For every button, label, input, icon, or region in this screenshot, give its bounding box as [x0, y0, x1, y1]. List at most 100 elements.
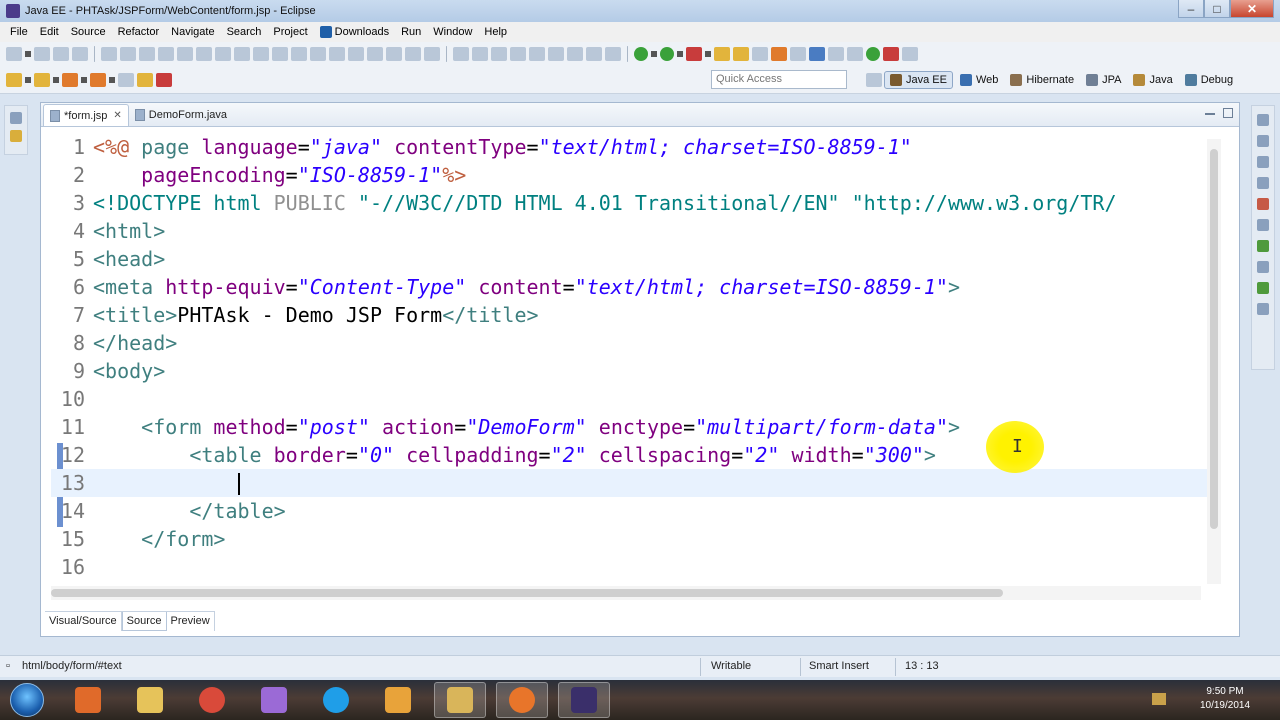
list-icon[interactable] [386, 47, 402, 61]
minimize-editor-icon[interactable] [1205, 113, 1215, 116]
quick-access-input[interactable]: Quick Access [711, 70, 847, 89]
drop-frame-icon[interactable] [586, 47, 602, 61]
perspective-java[interactable]: Java [1128, 72, 1177, 88]
next-annotation-icon[interactable] [828, 47, 844, 61]
menu-help[interactable]: Help [478, 26, 513, 38]
pause-icon[interactable] [510, 47, 526, 61]
stop-server-icon[interactable] [883, 47, 899, 61]
perspective-debug[interactable]: Debug [1180, 72, 1238, 88]
taskbar-eclipse[interactable] [558, 682, 610, 718]
menu-source[interactable]: Source [65, 26, 112, 38]
menu-refactor[interactable]: Refactor [112, 26, 166, 38]
indent-icon[interactable] [234, 47, 250, 61]
perspective-java-ee[interactable]: Java EE [884, 71, 953, 89]
save-all-icon[interactable] [53, 47, 69, 61]
properties-icon[interactable] [1257, 219, 1269, 231]
forward-nav-icon[interactable] [90, 72, 106, 87]
globe-icon[interactable] [809, 47, 825, 61]
servers-icon[interactable] [1257, 240, 1269, 252]
new-dropdown-icon[interactable] [25, 51, 31, 57]
taskbar-folder[interactable] [124, 682, 176, 718]
stop-icon[interactable] [491, 47, 507, 61]
horizontal-scroll-thumb[interactable] [51, 589, 1003, 597]
wrap-icon[interactable] [272, 47, 288, 61]
taskbar-chrome[interactable] [186, 682, 238, 718]
markers-icon[interactable] [1257, 198, 1269, 210]
menu-search[interactable]: Search [221, 26, 268, 38]
menu-downloads[interactable]: Downloads [314, 26, 395, 38]
maximize-button[interactable]: □ [1204, 0, 1230, 18]
debug-dropdown-icon[interactable] [651, 51, 657, 57]
tab-form-jsp[interactable]: *form.jsp ✕ [43, 104, 129, 126]
close-button[interactable]: ✕ [1230, 0, 1274, 18]
open-type-icon[interactable] [733, 47, 749, 61]
format-icon[interactable] [196, 47, 212, 61]
pin-icon[interactable] [118, 72, 134, 87]
step-icon[interactable] [529, 47, 545, 61]
play-icon[interactable] [866, 47, 880, 61]
back-icon[interactable] [453, 47, 469, 61]
code-editor[interactable]: 1 <%@ page language="java" contentType="t… [51, 129, 1216, 589]
redo-icon[interactable] [177, 47, 193, 61]
vertical-scroll-thumb[interactable] [1210, 149, 1218, 529]
vertical-scrollbar[interactable] [1207, 139, 1221, 584]
undo-icon[interactable] [158, 47, 174, 61]
comment-icon[interactable] [215, 47, 231, 61]
disconnect-icon[interactable] [902, 47, 918, 61]
search-icon[interactable] [771, 47, 787, 61]
previous-annotation-icon[interactable] [847, 47, 863, 61]
menu-run[interactable]: Run [395, 26, 427, 38]
next-edit-icon[interactable] [34, 72, 50, 87]
image-icon[interactable] [310, 47, 326, 61]
step-over-icon[interactable] [548, 47, 564, 61]
use-step-filters-icon[interactable] [605, 47, 621, 61]
cut-icon[interactable] [101, 47, 117, 61]
paste-icon[interactable] [139, 47, 155, 61]
start-button[interactable] [10, 683, 44, 717]
external-tools-icon[interactable] [686, 47, 702, 61]
bulb-icon[interactable] [6, 72, 22, 87]
print-icon[interactable] [72, 47, 88, 61]
snippet-icon[interactable] [156, 72, 172, 87]
open-perspective-icon[interactable] [790, 47, 806, 61]
anchor-icon[interactable] [348, 47, 364, 61]
snippets-icon[interactable] [1257, 282, 1269, 294]
bulb-dropdown-icon[interactable] [25, 76, 31, 83]
menu-edit[interactable]: Edit [34, 26, 65, 38]
outline-icon[interactable] [1257, 135, 1269, 147]
copy-icon[interactable] [120, 47, 136, 61]
open-perspective-icon[interactable] [866, 73, 882, 87]
back-nav-dropdown-icon[interactable] [81, 76, 87, 83]
restore-icon[interactable] [1257, 114, 1269, 126]
lightning-icon[interactable] [137, 72, 153, 87]
taskbar-media-player[interactable] [62, 682, 114, 718]
close-tab-icon[interactable]: ✕ [113, 110, 121, 121]
step-return-icon[interactable] [567, 47, 583, 61]
external-tools-dropdown-icon[interactable] [705, 51, 711, 57]
table-icon[interactable] [291, 47, 307, 61]
task-list-icon[interactable] [1257, 156, 1269, 168]
taskbar-outlook[interactable] [372, 682, 424, 718]
menu-window[interactable]: Window [427, 26, 478, 38]
taskbar-app[interactable] [248, 682, 300, 718]
tab-visual-source[interactable]: Visual/Source [45, 612, 122, 631]
tab-preview[interactable]: Preview [167, 612, 215, 631]
data-source-icon[interactable] [1257, 261, 1269, 273]
run-dropdown-icon[interactable] [677, 51, 683, 57]
taskbar-skype[interactable] [310, 682, 362, 718]
open-task-icon[interactable] [752, 47, 768, 61]
console-icon[interactable] [1257, 303, 1269, 315]
pointer-icon[interactable] [405, 47, 421, 61]
tab-source[interactable]: Source [121, 612, 167, 631]
perspective-jpa[interactable]: JPA [1081, 72, 1126, 88]
link-icon[interactable] [329, 47, 345, 61]
form-icon[interactable] [367, 47, 383, 61]
grid-icon[interactable] [424, 47, 440, 61]
taskbar-explorer[interactable] [434, 682, 486, 718]
maximize-editor-icon[interactable] [1223, 108, 1233, 118]
perspective-hibernate[interactable]: Hibernate [1005, 72, 1079, 88]
forward-icon[interactable] [472, 47, 488, 61]
taskbar-clock[interactable]: 9:50 PM 10/19/2014 [1180, 685, 1270, 713]
run-icon[interactable] [660, 47, 674, 61]
menu-project[interactable]: Project [267, 26, 313, 38]
